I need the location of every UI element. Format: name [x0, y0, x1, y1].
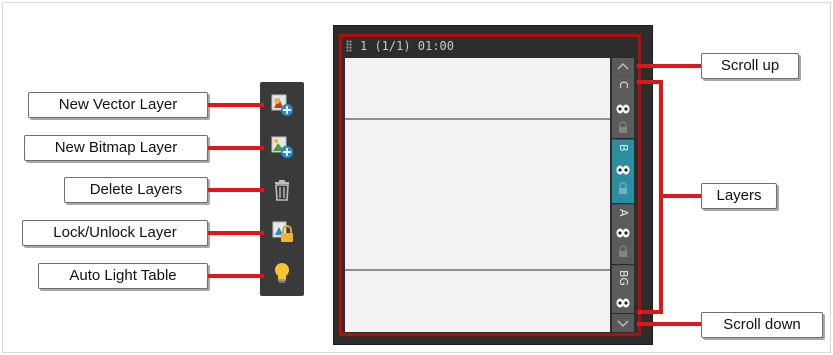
- layer-toolbar: [260, 82, 304, 296]
- callout-connector: [663, 194, 701, 198]
- layers-callout: Layers: [701, 183, 777, 209]
- callout-connector: [208, 146, 264, 150]
- lock-unlock-layer-callout: Lock/Unlock Layer: [22, 220, 208, 246]
- layers-bracket: [637, 310, 663, 314]
- scroll-up-callout: Scroll up: [701, 53, 799, 79]
- delete-layers-callout: Delete Layers: [64, 177, 208, 203]
- callout-connector: [208, 188, 264, 192]
- new-vector-layer-callout: New Vector Layer: [28, 92, 208, 118]
- window-highlight-border: [339, 34, 641, 336]
- new-vector-layer-icon[interactable]: [269, 92, 295, 118]
- callout-connector: [637, 322, 701, 326]
- callout-connector: [208, 103, 264, 107]
- trash-icon[interactable]: [269, 177, 295, 203]
- light-bulb-icon[interactable]: [269, 260, 295, 286]
- callout-connector: [208, 274, 264, 278]
- new-bitmap-layer-icon[interactable]: [269, 134, 295, 160]
- lock-layer-icon[interactable]: [269, 219, 295, 245]
- callout-connector: [637, 64, 701, 68]
- auto-light-table-callout: Auto Light Table: [38, 263, 208, 289]
- callout-connector: [208, 231, 264, 235]
- new-bitmap-layer-callout: New Bitmap Layer: [24, 135, 208, 161]
- scroll-down-callout: Scroll down: [701, 312, 823, 338]
